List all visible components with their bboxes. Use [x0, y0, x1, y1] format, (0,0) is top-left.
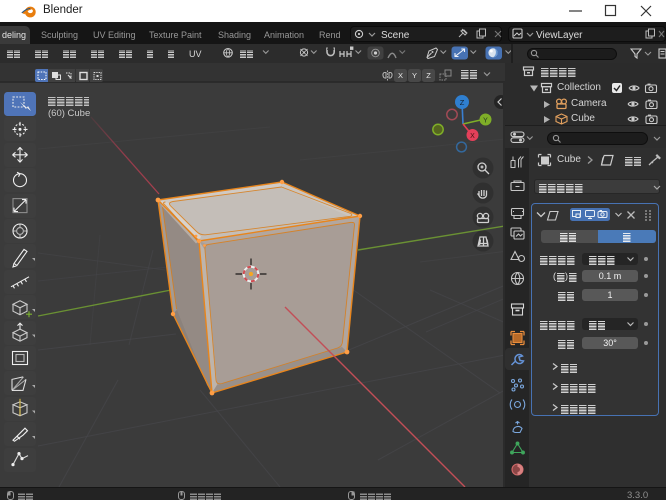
svg-text:Y: Y: [483, 118, 488, 125]
svg-text:X: X: [470, 133, 475, 140]
svg-text:Z: Z: [460, 98, 465, 107]
